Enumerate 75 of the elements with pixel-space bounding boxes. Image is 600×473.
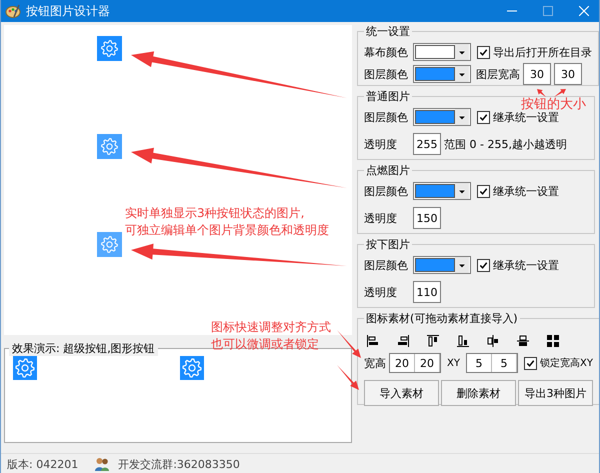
color-dropdown[interactable] (413, 256, 471, 274)
arrow (337, 330, 361, 358)
number-field[interactable]: 150 (413, 207, 441, 229)
center-horizontal-icon[interactable] (486, 334, 500, 348)
gear-button[interactable] (13, 356, 37, 380)
group-title: 统一设置 (365, 24, 411, 39)
gear-button-preview (97, 232, 122, 257)
number-field[interactable]: 255 (413, 133, 441, 155)
number-field[interactable]: 5 (492, 354, 517, 372)
action-button[interactable]: 导出3种图片 (518, 380, 593, 406)
checkbox[interactable] (477, 258, 490, 272)
number-field[interactable]: 30 (523, 63, 551, 85)
group-title: 图标素材(可拖动素材直接导入) (365, 311, 519, 326)
field-label: 透明度 (364, 210, 398, 226)
number-field[interactable]: 30 (554, 63, 582, 85)
field-label: 透明度 (364, 284, 398, 300)
caret-icon (455, 183, 469, 199)
palette-icon (5, 3, 21, 19)
color-dropdown[interactable] (413, 43, 471, 61)
checkbox-label: 继承统一设置 (493, 258, 559, 272)
version-text: 版本: 042201 (7, 456, 78, 472)
color-dropdown[interactable] (413, 182, 471, 200)
field-label: 图层颜色 (364, 66, 409, 82)
gear-button-preview (97, 36, 122, 61)
field-label: 幕布颜色 (364, 44, 409, 60)
caret-icon (455, 257, 469, 273)
field-label: 图层颜色 (364, 184, 409, 198)
field-label: 宽高 (364, 356, 386, 370)
checkbox[interactable] (477, 110, 490, 124)
field-label: 透明度 (364, 136, 398, 152)
group-number-text: 开发交流群:362083350 (118, 456, 240, 472)
checkbox[interactable] (477, 46, 490, 58)
group-title: 普通图片 (365, 89, 411, 104)
annotation-text: 按钮的大小 (521, 97, 586, 112)
checkbox-label: 锁定宽高XY (540, 356, 593, 370)
arrow (337, 365, 359, 390)
group-title: 点燃图片 (365, 163, 411, 178)
align-left-icon[interactable] (366, 334, 380, 348)
people-icon (94, 456, 110, 472)
checkbox-label: 导出后打开所在目录 (493, 44, 592, 60)
align-top-icon[interactable] (426, 334, 440, 348)
checkbox[interactable] (524, 356, 537, 370)
color-dropdown[interactable] (413, 65, 471, 83)
annotation-text: 图标快速调整对齐方式 也可以微调或者锁定 (211, 319, 331, 353)
checkbox[interactable] (477, 184, 490, 198)
group-title: 效果演示: 超级按钮,图形按钮 (9, 341, 158, 356)
align-right-icon[interactable] (396, 334, 410, 348)
field-label: XY (447, 358, 460, 368)
annotation-text: 实时单独显示3种按钮状态的图片, 可独立编辑单个图片背景颜色和透明度 (125, 205, 329, 239)
caret-icon (455, 44, 469, 60)
gear-button-preview (97, 134, 122, 159)
color-dropdown[interactable] (413, 108, 471, 126)
caret-icon (455, 66, 469, 82)
field-label: 图层宽高 (476, 66, 520, 82)
hint-text: 范围 0 - 255,越小越透明 (444, 136, 567, 152)
checkbox-label: 继承统一设置 (493, 110, 559, 124)
number-field[interactable]: 20 (415, 354, 440, 372)
gear-button[interactable] (180, 356, 204, 380)
align-bottom-icon[interactable] (456, 334, 470, 348)
caret-icon (455, 109, 469, 125)
field-label: 图层颜色 (364, 258, 409, 272)
grid-icon[interactable] (546, 334, 560, 348)
number-field[interactable]: 5 (466, 354, 492, 372)
center-vertical-icon[interactable] (516, 334, 530, 348)
checkbox-label: 继承统一设置 (493, 184, 559, 198)
action-button[interactable]: 删除素材 (440, 380, 516, 406)
group-title: 按下图片 (365, 237, 411, 252)
action-button[interactable]: 导入素材 (364, 380, 439, 406)
number-field[interactable]: 20 (390, 354, 415, 372)
close-icon[interactable] (579, 6, 589, 16)
field-label: 图层颜色 (364, 110, 409, 124)
arrow (537, 89, 546, 97)
window-title: 按钮图片设计器 (26, 2, 110, 20)
number-field[interactable]: 110 (413, 281, 441, 303)
arrow (554, 89, 566, 97)
